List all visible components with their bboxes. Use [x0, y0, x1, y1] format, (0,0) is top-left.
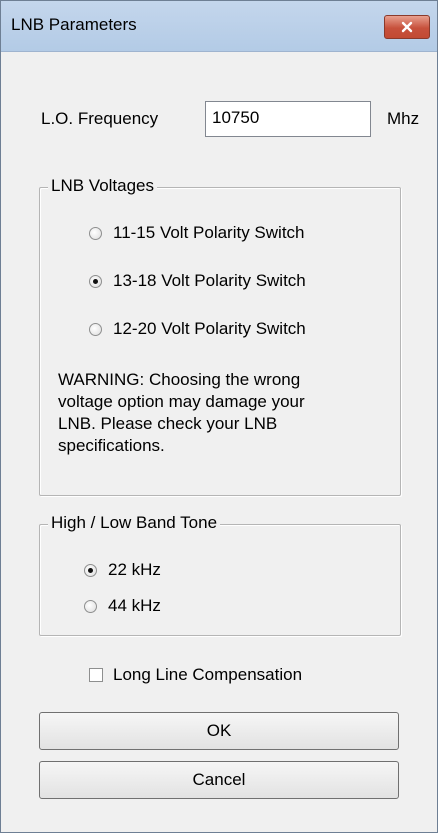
lo-frequency-label: L.O. Frequency: [41, 109, 159, 128]
tone-radio-44khz[interactable]: [84, 600, 97, 613]
dialog-client-area: L.O. Frequency 10750 Mhz LNB Voltages 11…: [9, 52, 429, 824]
title-bar[interactable]: LNB Parameters: [1, 1, 437, 52]
long-line-compensation-checkbox[interactable]: [89, 668, 103, 682]
band-tone-group-title: High / Low Band Tone: [48, 513, 221, 533]
lo-frequency-unit: Mhz: [387, 109, 420, 128]
voltage-option-11-15-label[interactable]: 11-15 Volt Polarity Switch: [113, 223, 305, 243]
voltage-option-13-18-label[interactable]: 13-18 Volt Polarity Switch: [113, 271, 306, 291]
close-x-icon: [401, 21, 413, 33]
long-line-compensation-label[interactable]: Long Line Compensation: [113, 665, 302, 685]
close-button[interactable]: [384, 15, 430, 39]
voltage-radio-11-15[interactable]: [89, 227, 102, 240]
voltage-option-12-20-label[interactable]: 12-20 Volt Polarity Switch: [113, 319, 306, 339]
tone-option-22khz-label[interactable]: 22 kHz: [108, 560, 161, 580]
band-tone-group: High / Low Band Tone: [39, 513, 401, 636]
voltage-radio-12-20[interactable]: [89, 323, 102, 336]
tone-option-44khz-label[interactable]: 44 kHz: [108, 596, 161, 616]
cancel-button[interactable]: Cancel: [39, 761, 399, 799]
dialog-window: LNB Parameters L.O. Frequency 10750 Mhz …: [0, 0, 438, 833]
ok-button[interactable]: OK: [39, 712, 399, 750]
voltage-radio-13-18[interactable]: [89, 275, 102, 288]
radio-selected-dot: [93, 279, 98, 284]
voltage-warning-text: WARNING: Choosing the wrong voltage opti…: [58, 370, 305, 455]
lnb-voltages-group-title: LNB Voltages: [48, 176, 158, 196]
lo-frequency-input[interactable]: 10750: [205, 101, 371, 137]
tone-radio-22khz[interactable]: [84, 564, 97, 577]
window-title: LNB Parameters: [11, 15, 137, 34]
radio-selected-dot: [88, 568, 93, 573]
